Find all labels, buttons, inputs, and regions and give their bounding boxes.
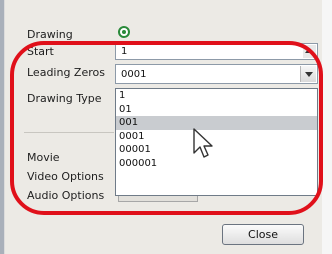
leading-zeros-label: Leading Zeros bbox=[27, 66, 105, 79]
start-label: Start bbox=[27, 45, 54, 58]
dropdown-option[interactable]: 000001 bbox=[116, 157, 317, 171]
start-field[interactable]: 1 bbox=[115, 43, 318, 60]
audio-options-label: Audio Options bbox=[27, 189, 105, 202]
leading-zeros-value: 0001 bbox=[121, 69, 147, 80]
radio-selected-icon[interactable] bbox=[118, 26, 130, 38]
dropdown-option[interactable]: 01 bbox=[116, 103, 317, 117]
mouse-pointer-icon bbox=[193, 128, 213, 158]
spin-up-icon[interactable] bbox=[303, 45, 316, 58]
video-options-label: Video Options bbox=[27, 170, 104, 183]
leading-zeros-dropdown-list: 1 01 001 0001 00001 000001 bbox=[115, 88, 318, 196]
dialog-left-edge bbox=[4, 0, 5, 254]
audio-options-button[interactable] bbox=[118, 196, 198, 202]
section-divider bbox=[24, 132, 114, 133]
drawing-type-label: Drawing Type bbox=[27, 92, 102, 105]
start-value: 1 bbox=[121, 46, 128, 57]
leading-zeros-combo[interactable]: 0001 bbox=[115, 64, 318, 84]
chevron-down-icon[interactable] bbox=[300, 66, 316, 82]
dropdown-option[interactable]: 0001 bbox=[116, 130, 317, 144]
close-button[interactable]: Close bbox=[222, 224, 304, 245]
drawing-label: Drawing bbox=[27, 28, 73, 41]
dropdown-option-selected[interactable]: 001 bbox=[116, 116, 317, 130]
dropdown-option[interactable]: 00001 bbox=[116, 143, 317, 157]
movie-label: Movie bbox=[27, 151, 60, 164]
dropdown-option[interactable]: 1 bbox=[116, 89, 317, 103]
